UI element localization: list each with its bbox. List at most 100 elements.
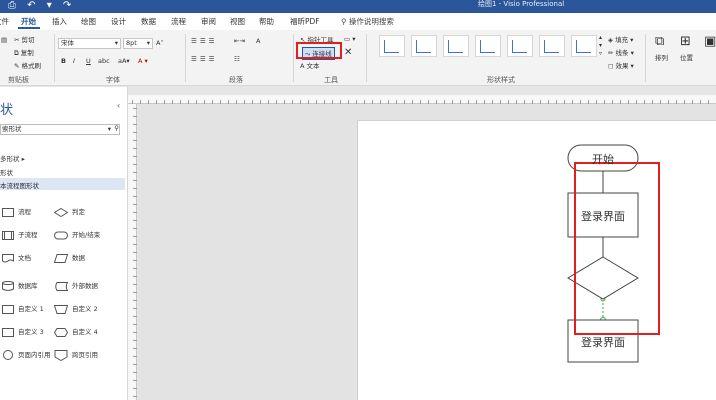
- stencil-custom-2[interactable]: 自定义 2: [54, 303, 98, 314]
- title-bar: ⎙ ↶ ▾ ↷ 绘图1 - Visio Professional: [0, 0, 716, 13]
- stencil-decision[interactable]: 判定: [54, 206, 85, 217]
- tab-data[interactable]: 数据: [141, 16, 156, 27]
- effects-button[interactable]: ◻ 效果 ▾: [608, 60, 634, 70]
- tab-home[interactable]: 开始: [21, 16, 36, 27]
- shapes-pane-title: 状: [0, 103, 14, 118]
- horizontal-ruler: [128, 95, 716, 104]
- tab-review[interactable]: 审阅: [201, 16, 216, 27]
- decision-shape-icon: [54, 207, 68, 217]
- bullets-button[interactable]: ☷: [234, 55, 240, 63]
- tab-design[interactable]: 设计: [111, 16, 126, 27]
- bold-button[interactable]: B: [61, 57, 66, 65]
- position-button[interactable]: 位置: [680, 52, 693, 62]
- strikethrough-button[interactable]: abc: [98, 57, 110, 65]
- stencil-database[interactable]: 数据库: [2, 280, 38, 291]
- case-button[interactable]: aA▾: [118, 57, 130, 65]
- format-painter-button[interactable]: ✎ 格式刷: [14, 60, 41, 70]
- tell-me-search[interactable]: ⚲ 操作说明搜索: [341, 16, 394, 27]
- rectangle-tool-icon[interactable]: ▭ ▾: [344, 35, 355, 43]
- tab-view[interactable]: 视图: [230, 16, 245, 27]
- start-label: 开始: [592, 153, 614, 166]
- shape-style-tile[interactable]: [571, 35, 597, 57]
- copy-button[interactable]: ⧉ 复制: [14, 47, 34, 58]
- shape-style-tile[interactable]: [475, 35, 501, 57]
- paste-icon[interactable]: ▤: [1, 36, 7, 44]
- cut-button[interactable]: ✂ 剪切: [14, 34, 35, 44]
- paragraph-group-label: 段落: [229, 76, 243, 84]
- shape-style-tile[interactable]: [539, 35, 565, 57]
- shape-style-tile[interactable]: [379, 35, 405, 57]
- position-icon[interactable]: ⊞: [680, 34, 691, 49]
- italic-button[interactable]: I: [73, 57, 75, 65]
- off-page-reference-shape-icon: [54, 349, 68, 361]
- group-divider: [366, 34, 367, 82]
- tab-insert[interactable]: 插入: [52, 16, 67, 27]
- arrange-icon[interactable]: ⧉: [655, 34, 664, 49]
- drawing-page[interactable]: 开始 登录界面 登录界面: [357, 120, 716, 400]
- tab-process[interactable]: 流程: [171, 16, 186, 27]
- drawing-canvas[interactable]: 开始 登录界面 登录界面: [137, 104, 716, 400]
- stencil-custom-4[interactable]: 自定义 4: [54, 326, 98, 337]
- custom4-shape-icon: [54, 327, 68, 337]
- group-divider: [645, 34, 646, 82]
- highlight-box: [574, 162, 660, 335]
- shapes-pane: 状 ‹ 索形状 ▾ ⚲ 多形状 ▸ 形状 本流程图形状 流程 判定 子流程 开始…: [0, 87, 128, 400]
- clipboard-group-label: 剪贴板: [8, 76, 29, 84]
- group-divider: [54, 34, 55, 82]
- collapse-pane-icon[interactable]: ‹: [117, 101, 120, 110]
- text-direction-button[interactable]: A: [256, 37, 260, 45]
- font-group-label: 字体: [106, 76, 120, 84]
- vertical-align-buttons[interactable]: ☰☰☰: [191, 37, 217, 45]
- stencil-document[interactable]: 文档: [2, 252, 31, 263]
- more-shapes-link[interactable]: 多形状 ▸: [0, 153, 25, 163]
- stencil-on-page-reference[interactable]: 页面内引用: [2, 349, 51, 360]
- fill-button[interactable]: ◈ 填充 ▾: [608, 34, 633, 44]
- horizontal-align-buttons[interactable]: ☰☰☰: [191, 55, 217, 63]
- tab-help[interactable]: 帮助: [259, 16, 274, 27]
- styles-scroll-icon[interactable]: ▴ ▾ ▿: [599, 34, 602, 58]
- on-page-reference-shape-icon: [3, 350, 13, 360]
- shape-style-tile[interactable]: [411, 35, 437, 57]
- font-name-select[interactable]: 宋体 ▾: [58, 38, 121, 49]
- search-icon[interactable]: ⚲: [114, 124, 119, 133]
- shape-style-tile[interactable]: [443, 35, 469, 57]
- login-label-1: 登录界面: [581, 210, 625, 223]
- stencil-custom-1[interactable]: 自定义 1: [2, 303, 44, 314]
- group-icon[interactable]: ▣: [704, 34, 716, 49]
- stencil-process[interactable]: 流程: [2, 206, 31, 217]
- dropdown-icon[interactable]: ▾: [108, 125, 111, 134]
- highlight-box: [296, 42, 342, 59]
- font-color-button[interactable]: A ▾: [138, 57, 148, 65]
- shapes-search-input[interactable]: 索形状 ▾ ⚲: [0, 124, 120, 135]
- stencil-subprocess[interactable]: 子流程: [2, 229, 38, 240]
- quick-shapes-link[interactable]: 形状: [0, 167, 13, 177]
- tab-foxit-pdf[interactable]: 福昕PDF: [290, 16, 320, 27]
- grow-font-icon[interactable]: A˄: [156, 39, 164, 47]
- stencil-external-data[interactable]: 外部数据: [54, 280, 98, 291]
- arrange-button[interactable]: 排列: [655, 52, 668, 62]
- indent-button[interactable]: ⇤⇥: [234, 37, 245, 45]
- close-tool-icon[interactable]: ✕: [344, 47, 352, 58]
- group-divider: [293, 34, 294, 82]
- terminator-shape-icon: [54, 231, 68, 239]
- stencil-off-page-reference[interactable]: 跨页引用: [54, 349, 98, 361]
- stencil-terminator[interactable]: 开始/结束: [54, 229, 100, 240]
- group-divider: [185, 34, 186, 82]
- underline-button[interactable]: U: [86, 57, 91, 65]
- shape-style-tile[interactable]: [507, 35, 533, 57]
- font-size-select[interactable]: 8pt ▾: [123, 38, 153, 49]
- stencil-custom-3[interactable]: 自定义 3: [2, 326, 44, 337]
- tab-draw[interactable]: 绘图: [81, 16, 96, 27]
- custom1-shape-icon: [2, 304, 14, 314]
- process-shape-icon: [2, 207, 14, 217]
- basic-flowchart-stencil[interactable]: 本流程图形状: [0, 180, 39, 190]
- line-button[interactable]: ✏ 线条 ▾: [608, 47, 634, 57]
- tab-file[interactable]: 文件: [0, 16, 9, 27]
- text-tool-button[interactable]: A 文本: [300, 60, 320, 70]
- active-tab-indicator: [18, 27, 40, 29]
- document-shape-icon: [2, 253, 14, 262]
- stencil-data[interactable]: 数据: [54, 252, 85, 263]
- quick-access-toolbar[interactable]: ⎙ ↶ ▾ ↷: [8, 0, 75, 11]
- data-shape-icon: [54, 253, 68, 263]
- custom3-shape-icon: [2, 327, 14, 337]
